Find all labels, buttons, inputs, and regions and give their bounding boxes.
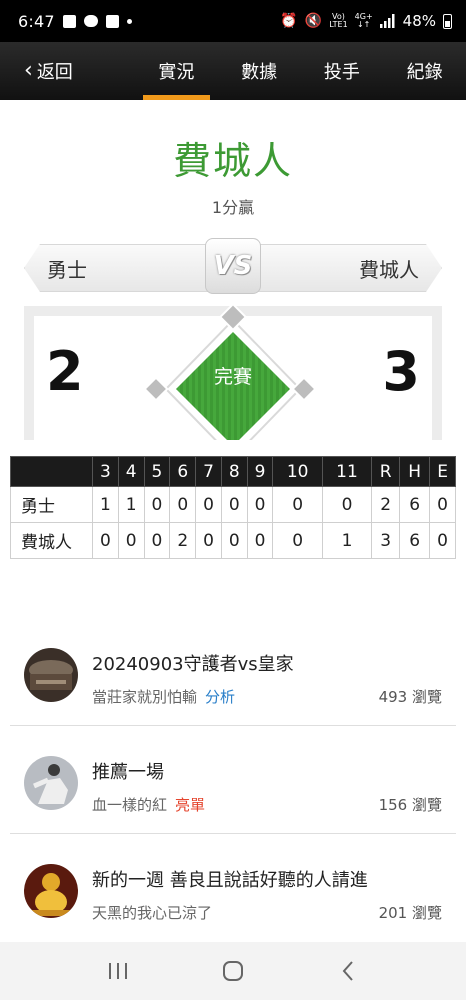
avatar [24,648,78,702]
home-icon [222,961,243,981]
article-title: 新的一週 善良且說話好聽的人請進 [92,870,368,891]
article-tag: 分析 [205,688,236,706]
table-cell: 0 [143,522,171,559]
second-base-icon [218,302,248,332]
article-title: 20240903守護者vs皇家 [92,654,294,675]
table-cell: 0 [246,522,274,559]
header-inning-9: 9 [246,456,274,487]
table-cell: 0 [246,486,274,523]
article-author-line: 當莊家就別怕輸 分析 [92,686,235,707]
infield-grass [176,332,290,440]
list-item[interactable]: 新的一週 善良且說話好聽的人請進 天黑的我心已涼了 201 瀏覽 [10,834,456,942]
article-title: 推薦一場 [92,762,164,783]
table-cell: 0 [272,486,323,523]
header-inning-10: 10 [272,456,323,487]
line-score-row-home: 費城人 0 0 0 2 0 0 0 0 1 3 6 0 [10,522,456,559]
article-author-line: 血一樣的紅 亮單 [92,794,205,815]
table-cell: 0 [143,486,171,523]
back-icon [342,961,354,981]
avatar [24,864,78,918]
header-inning-8: 8 [220,456,248,487]
header-errors: E [429,456,456,487]
header-hits: H [399,456,431,487]
table-cell: 0 [195,522,222,559]
article-author: 血一樣的紅 [92,796,168,814]
table-cell: 1 [117,486,145,523]
article-author-line: 天黑的我心已涼了 [92,902,212,923]
header-inning-6: 6 [169,456,197,487]
line-score-row-away: 勇士 1 1 0 0 0 0 0 0 0 2 6 0 [10,486,456,523]
table-cell: 0 [195,486,222,523]
table-cell: 0 [321,486,373,523]
line-score-table: 3 4 5 6 7 8 9 10 11 R H E 勇士 1 1 0 0 0 0… [10,456,456,559]
table-cell: 費城人 [10,522,93,559]
table-cell: 0 [429,522,456,559]
table-cell: 0 [92,522,119,559]
recents-icon [108,963,127,979]
line-score-header: 3 4 5 6 7 8 9 10 11 R H E [10,456,456,487]
article-list: 20240903守護者vs皇家 當莊家就別怕輸 分析 493 瀏覽 推薦一場 血一… [10,618,456,942]
header-inning-11: 11 [321,456,373,487]
list-item[interactable]: 推薦一場 血一樣的紅 亮單 156 瀏覽 [10,726,456,834]
table-cell: 1 [92,486,119,523]
table-cell: 1 [321,522,373,559]
header-inning-5: 5 [143,456,171,487]
list-item[interactable]: 20240903守護者vs皇家 當莊家就別怕輸 分析 493 瀏覽 [10,618,456,726]
system-navigation-bar [0,942,466,1000]
table-cell: 3 [371,522,401,559]
table-cell: 0 [429,486,456,523]
article-views: 201 瀏覽 [378,904,442,922]
article-tag: 亮單 [175,796,206,814]
table-cell: 6 [399,486,431,523]
game-status: 完賽 [213,366,252,388]
avatar-pitcher-icon [24,756,78,810]
table-cell: 2 [169,522,197,559]
article-views: 493 瀏覽 [378,688,442,706]
avatar-golden-statue-icon [24,864,78,918]
table-cell: 0 [117,522,145,559]
header-team [10,456,93,487]
table-cell: 0 [169,486,197,523]
avatar [24,756,78,810]
article-author: 當莊家就別怕輸 [92,688,198,706]
article-author: 天黑的我心已涼了 [92,904,213,922]
table-cell: 0 [220,486,248,523]
header-inning-7: 7 [195,456,222,487]
header-runs: R [371,456,401,487]
article-views: 156 瀏覽 [378,796,442,814]
header-inning-4: 4 [117,456,145,487]
header-inning-3: 3 [92,456,119,487]
system-back-button[interactable] [328,951,368,991]
table-cell: 0 [220,522,248,559]
home-button[interactable] [213,951,253,991]
table-cell: 2 [371,486,401,523]
table-cell: 0 [272,522,323,559]
recents-button[interactable] [98,951,138,991]
table-cell: 勇士 [10,486,93,523]
table-cell: 6 [399,522,431,559]
avatar-dark-arena-icon [24,648,78,702]
